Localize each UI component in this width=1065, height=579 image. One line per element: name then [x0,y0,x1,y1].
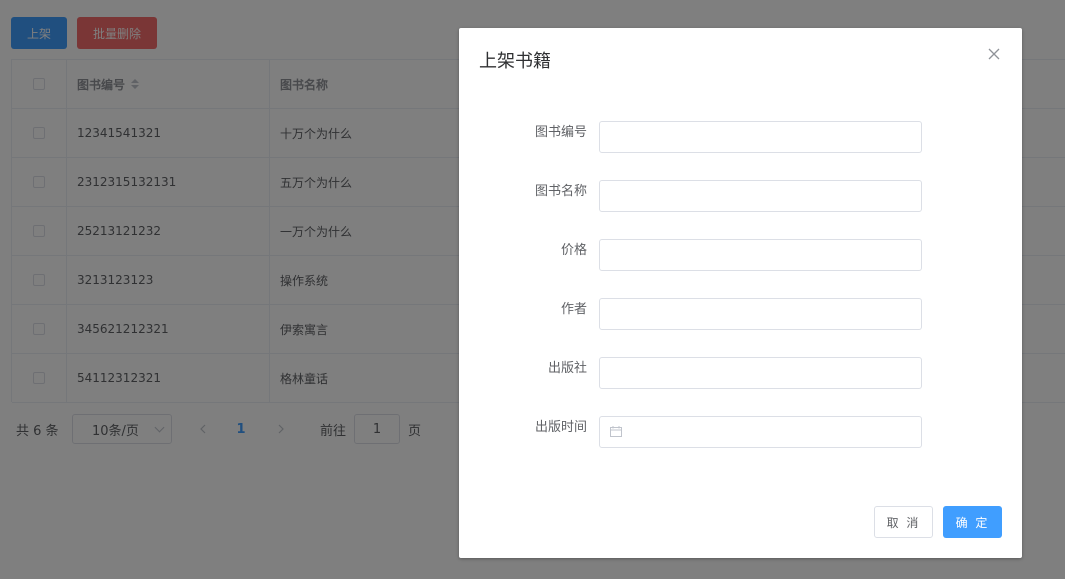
publish-date-picker[interactable] [599,416,922,448]
publisher-input[interactable] [599,357,922,389]
dialog-title: 上架书籍 [479,51,551,72]
book-id-label: 图书编号 [534,125,587,140]
publisher-label: 出版社 [547,361,587,376]
form-item-publisher: 出版社 [459,357,1022,389]
price-input[interactable] [599,239,922,271]
price-label: 价格 [560,243,587,258]
form-item-book-id: 图书编号 [459,121,1022,153]
cancel-button[interactable]: 取 消 [874,506,933,538]
book-management-page: 上架 批量删除 图书编号 图书名称 12341541321 十万个为什么 231… [0,0,1065,579]
calendar-icon [610,426,622,437]
author-label: 作者 [560,302,587,317]
add-book-dialog: 上架书籍 图书编号 图书名称 价格 作者 出版社 出版时间 取 消 确 定 [459,28,1022,558]
close-icon[interactable] [986,46,1002,62]
book-id-input[interactable] [599,121,922,153]
publish-date-label: 出版时间 [534,420,587,435]
form-item-author: 作者 [459,298,1022,330]
book-name-label: 图书名称 [534,184,587,199]
confirm-button[interactable]: 确 定 [943,506,1002,538]
form-item-publish-date: 出版时间 [459,416,1022,448]
form-item-price: 价格 [459,239,1022,271]
author-input[interactable] [599,298,922,330]
book-name-input[interactable] [599,180,922,212]
form-item-book-name: 图书名称 [459,180,1022,212]
